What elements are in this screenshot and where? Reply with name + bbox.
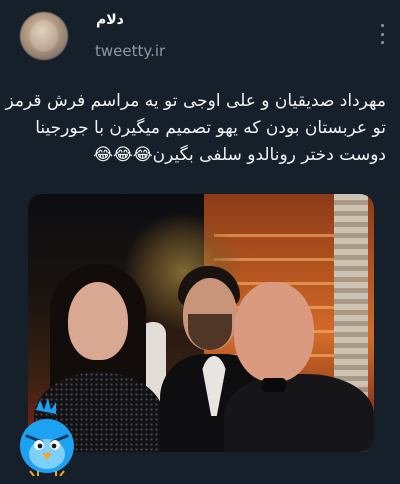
dot — [380, 41, 384, 44]
tweet-line: دوست دختر رونالدو سلفی بگیرن😂😂😂 — [93, 145, 386, 165]
dot — [380, 32, 384, 36]
dot — [380, 24, 384, 27]
tweet-line: تو عربستان بودن که یهو تصمیم میگیرن با ج… — [35, 118, 386, 138]
photo-person-3-bowtie — [262, 378, 286, 392]
photo-person-3-body — [224, 374, 374, 452]
photo-person-3-head — [234, 282, 314, 382]
blue-bird-mascot-icon — [14, 398, 80, 477]
account-name[interactable]: دلام — [96, 12, 124, 28]
more-vertical-icon[interactable] — [378, 24, 386, 44]
profile-avatar[interactable] — [20, 12, 68, 60]
tweet-line: مهرداد صدیقیان و علی اوجی تو یه مراسم فر… — [5, 91, 386, 111]
account-handle[interactable]: tweetty.ir — [95, 42, 165, 60]
photo-person-1-face — [68, 282, 128, 360]
tweet-header: دلام tweetty.ir — [0, 0, 400, 72]
tweet-text: مهرداد صدیقیان و علی اوجی تو یه مراسم فر… — [5, 88, 386, 169]
